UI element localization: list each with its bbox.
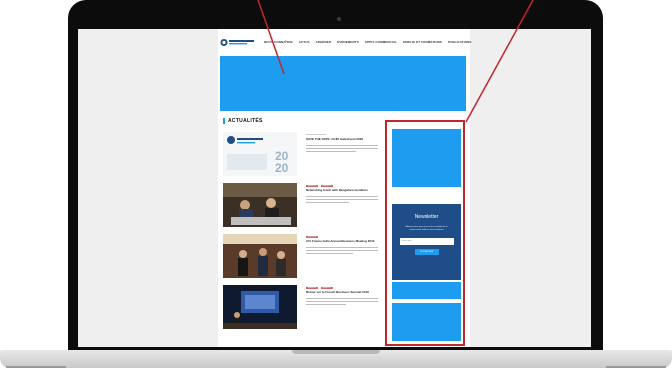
callout-line-sidebar [465, 0, 534, 123]
callout-line-banner [257, 0, 285, 75]
laptop-foot-left [6, 366, 66, 368]
callout-lines [257, 0, 534, 123]
laptop-foot-right [606, 366, 666, 368]
laptop-notch [292, 350, 380, 354]
